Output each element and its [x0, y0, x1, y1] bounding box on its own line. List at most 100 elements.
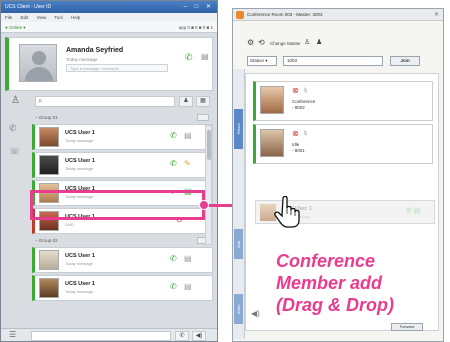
contact-list-scrollbar[interactable]: [205, 125, 212, 245]
add-contact-button[interactable]: ♟: [179, 96, 193, 107]
tab-invite[interactable]: Invite: [234, 294, 243, 324]
hangup-icon[interactable]: ⊗: [292, 86, 299, 95]
member-label: Idle - 8001: [292, 142, 305, 153]
search-icon: ⌕: [38, 96, 43, 105]
card-icon[interactable]: ▤: [184, 282, 192, 291]
type-select-value: Station: [250, 58, 265, 63]
phone-icon[interactable]: ✆: [170, 131, 177, 140]
menu-edit[interactable]: Edit: [21, 15, 29, 20]
my-message-input[interactable]: Type a message / schedule...: [66, 64, 168, 72]
tab-add[interactable]: Add: [234, 229, 243, 259]
conference-toolbar: ⚙ ⟲ Change Master ♙ ♟: [247, 38, 437, 49]
side-tab-strip: Room Add Invite: [233, 69, 245, 339]
volume-icon[interactable]: ◀): [251, 309, 260, 318]
contact-avatar: [39, 278, 59, 298]
contact-name: UCS User 1: [65, 281, 95, 287]
my-profile-card: Amanda Seyfried Today message Type a mes…: [5, 37, 213, 91]
search-row: ♙ ⌕ ♟ ▦: [5, 94, 213, 108]
contact-name: UCS User 1: [65, 253, 95, 259]
mic-icon[interactable]: ♮: [304, 86, 307, 95]
conference-app-icon: [236, 11, 244, 19]
caption-line-2: Member add: [276, 273, 383, 293]
contact-item[interactable]: UCS User 1 Today message ✆ ▤: [32, 124, 213, 150]
change-master-button[interactable]: Change Master: [270, 39, 301, 49]
scrollbar-thumb[interactable]: [207, 130, 211, 160]
menu-tool[interactable]: Tool: [54, 15, 62, 20]
menu-help[interactable]: Help: [71, 15, 80, 20]
contact-item[interactable]: UCS User 1 Today message ✆ ▤: [32, 275, 213, 301]
contact-status: Today message: [65, 289, 94, 294]
person-icon[interactable]: ♙: [11, 95, 20, 106]
phone-icon: ✆ ▤: [406, 208, 421, 215]
caption-line-1: Conference: [276, 251, 376, 271]
refresh-icon[interactable]: ⟲: [258, 38, 265, 48]
view-button[interactable]: ▦: [196, 96, 210, 107]
join-button[interactable]: Join: [390, 56, 420, 66]
my-avatar[interactable]: [19, 44, 57, 82]
address-book-icon[interactable]: ▤: [201, 52, 209, 61]
phone-icon[interactable]: ✆: [170, 254, 177, 263]
contact-status: Today message: [65, 138, 94, 143]
search-input[interactable]: ⌕: [35, 96, 175, 107]
hand-cursor-icon: [274, 196, 300, 228]
group-menu-button[interactable]: [197, 114, 209, 121]
counters: app 0 ■ 0 ■ 0 ■ 1: [178, 25, 213, 30]
chat-icon[interactable]: ✎: [184, 159, 191, 168]
member-avatar: [260, 86, 284, 114]
phone-button[interactable]: ✆: [175, 331, 189, 341]
dragged-contact-highlight: [30, 190, 205, 220]
caption: Conference Member add (Drag & Drop): [276, 250, 450, 316]
card-icon[interactable]: ▤: [184, 131, 192, 140]
side-icons: ✆ ☏: [9, 123, 27, 169]
window-title: UCS Client - User ID: [5, 4, 52, 10]
contact-list-window: UCS Client - User ID – □ ✕ File Edit Vie…: [0, 0, 218, 342]
menu-view[interactable]: View: [37, 15, 47, 20]
caption-line-3: (Drag & Drop): [276, 295, 394, 315]
contact-item[interactable]: UCS User 1 Today message ✆ ▤: [32, 247, 213, 273]
phone-icon[interactable]: ✆: [170, 282, 177, 291]
tab-room[interactable]: Room: [234, 109, 243, 149]
phone-icon[interactable]: ✆: [170, 159, 177, 168]
member-avatar: [260, 129, 284, 157]
speaker-button[interactable]: ◀): [192, 331, 206, 341]
hangup-icon[interactable]: ⊗: [292, 129, 299, 138]
call-log-icon[interactable]: ✆: [9, 123, 27, 134]
contact-avatar: [39, 155, 59, 175]
presence-dropdown[interactable]: ● Online ▾: [5, 25, 26, 30]
number-input[interactable]: 1003: [283, 56, 383, 66]
members-icon[interactable]: ♟: [316, 38, 322, 48]
contact-item[interactable]: UCS User 1 Today message ✆ ✎: [32, 152, 213, 178]
group-name: Group 02: [38, 238, 58, 243]
member-icon[interactable]: ♙: [304, 38, 310, 48]
quick-input[interactable]: [31, 331, 171, 341]
bottom-bar: ☰ ✆ ◀): [1, 328, 217, 341]
forward-button[interactable]: Forward: [391, 323, 423, 331]
member-item[interactable]: ⊗ ♮ Idle - 8001: [253, 124, 433, 164]
member-label: Conference - 8002: [292, 99, 316, 110]
menu-bar: File Edit View Tool Help: [1, 13, 217, 22]
drag-arrow-dot: [199, 200, 209, 210]
settings-icon[interactable]: ⚙: [247, 38, 254, 48]
contact-avatar: [39, 127, 59, 147]
type-select[interactable]: Station ▾: [247, 56, 277, 66]
phone-icon[interactable]: ✆: [185, 52, 193, 63]
menu-file[interactable]: File: [5, 15, 12, 20]
my-status-text: Today message: [66, 57, 98, 62]
group-header[interactable]: − Group 02: [32, 236, 213, 245]
contact-status: Today message: [65, 261, 94, 266]
call-forward-icon[interactable]: ☏: [9, 146, 27, 157]
contact-name: UCS User 1: [65, 130, 95, 136]
contact-status: Today message: [65, 166, 94, 171]
group-header[interactable]: − Group 01: [32, 113, 213, 122]
close-icon[interactable]: ✕: [434, 9, 439, 21]
presence-bar: ● Online ▾ app 0 ■ 0 ■ 0 ■ 1: [1, 22, 217, 33]
member-item[interactable]: ⊗ ♮ Conference - 8002: [253, 81, 433, 121]
menu-icon[interactable]: ☰: [9, 330, 16, 339]
left-title-bar: UCS Client - User ID – □ ✕: [1, 1, 217, 13]
mic-icon[interactable]: ♮: [304, 129, 307, 138]
card-icon[interactable]: ▤: [184, 254, 192, 263]
presence-label: Online: [8, 25, 22, 30]
window-controls[interactable]: – □ ✕: [184, 3, 214, 11]
contact-name: UCS User 1: [65, 158, 95, 164]
group-name: Group 01: [38, 115, 58, 120]
